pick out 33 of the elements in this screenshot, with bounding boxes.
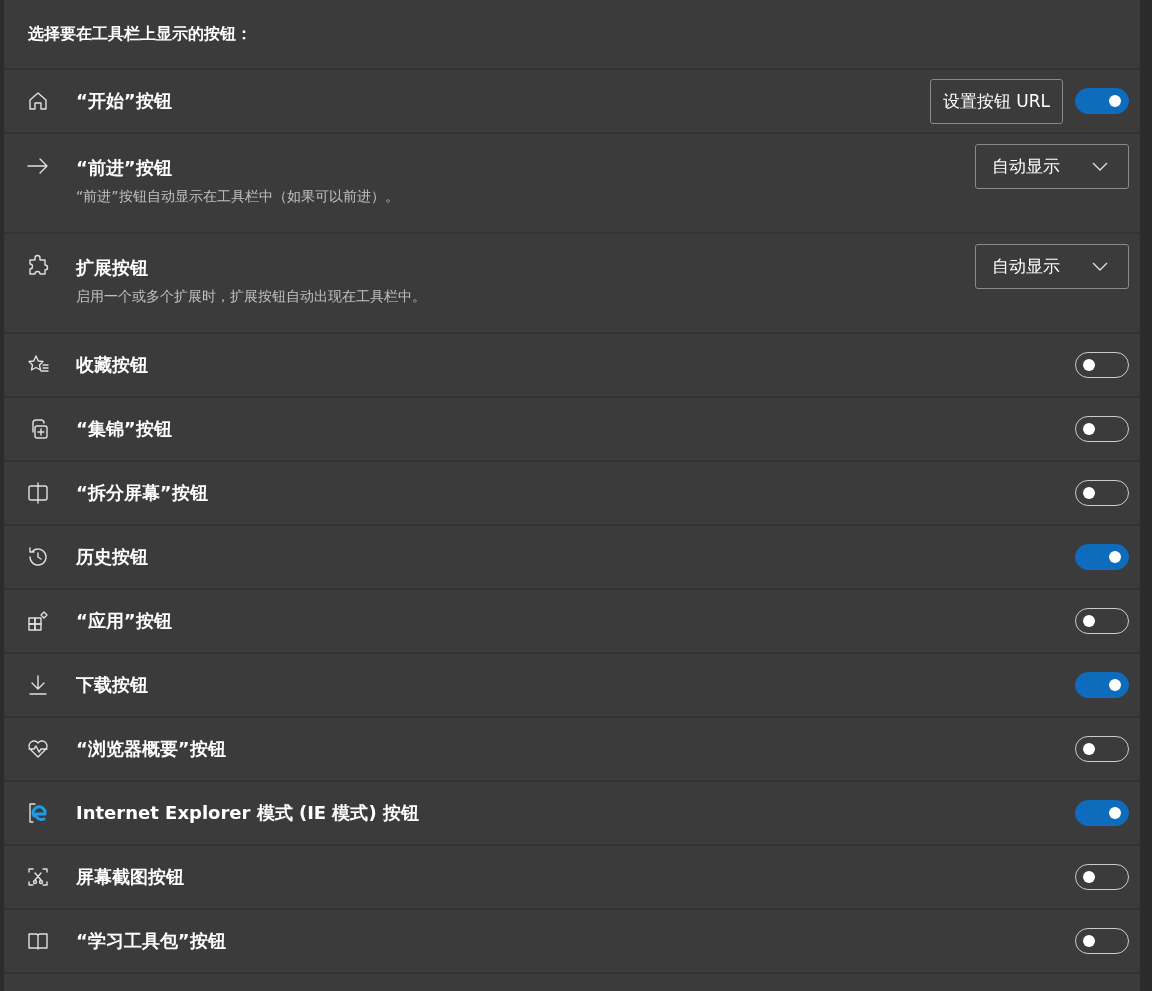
toggle-switch[interactable] [1075,672,1129,698]
setting-label: 历史按钮 [76,545,149,569]
dropdown[interactable]: 自动显示 [975,244,1129,289]
chevron-icon [1092,261,1108,272]
setting-description: “前进”按钮自动显示在工具栏中（如果可以前进）。 [76,188,400,206]
toggle-switch[interactable] [1075,88,1129,114]
setting-label: “拆分屏幕”按钮 [76,481,209,505]
setting-label: “学习工具包”按钮 [76,929,227,953]
setting-label: “前进”按钮 [76,156,173,180]
download-icon [26,673,50,697]
apps-icon [26,609,50,633]
setting-label: 屏幕截图按钮 [76,865,185,889]
setting-label: “开始”按钮 [76,89,173,113]
screenshot-icon [26,865,50,889]
setting-label: Internet Explorer 模式 (IE 模式) 按钮 [76,801,420,825]
toggle-switch[interactable] [1075,800,1129,826]
set-url-button[interactable]: 设置按钮 URL [929,78,1063,124]
home-icon [26,89,50,113]
toggle-switch[interactable] [1075,544,1129,570]
puzzle-icon [26,254,50,278]
history-icon [26,545,50,569]
ie-logo-icon [26,801,50,825]
split-screen-icon [26,481,50,505]
setting-label: “浏览器概要”按钮 [76,737,227,761]
setting-label: 收藏按钮 [76,353,149,377]
setting-label: 扩展按钮 [76,256,149,280]
setting-label: “应用”按钮 [76,609,173,633]
dropdown[interactable]: 自动显示 [975,144,1129,189]
section-heading: 选择要在工具栏上显示的按钮： [28,23,252,45]
setting-description: 启用一个或多个扩展时，扩展按钮自动出现在工具栏中。 [76,288,427,306]
setting-label: “集锦”按钮 [76,417,173,441]
chevron-icon [1092,161,1108,172]
setting-label: 下载按钮 [76,673,149,697]
